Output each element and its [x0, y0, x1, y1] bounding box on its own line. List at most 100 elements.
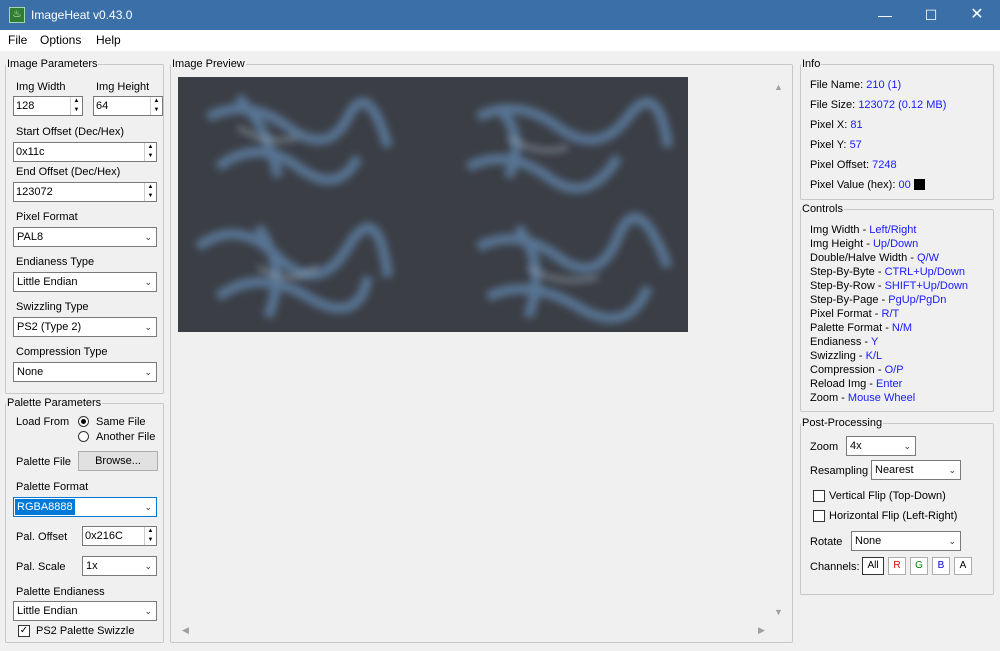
control-keys: R/T	[881, 308, 900, 320]
palette-parameters-legend: Palette Parameters	[7, 397, 102, 409]
menu-options[interactable]: Options	[40, 33, 81, 47]
chevron-down-icon: ⌄	[144, 606, 152, 616]
image-preview-canvas[interactable]	[178, 77, 688, 332]
ps2-palette-swizzle-checkbox[interactable]: ✓	[18, 625, 30, 637]
control-row: Img Width - Left/Right	[810, 224, 916, 236]
browse-button[interactable]: Browse...	[78, 451, 158, 471]
menu-file[interactable]: File	[8, 33, 27, 47]
scroll-down-icon[interactable]: ▼	[774, 607, 783, 617]
end-offset-input[interactable]: 123072 ▲ ▼	[13, 182, 157, 202]
end-offset-value: 123072	[16, 186, 53, 198]
control-keys: SHIFT+Up/Down	[884, 280, 969, 292]
pal-scale-select[interactable]: 1x ⌄	[82, 556, 157, 576]
window-title: ImageHeat v0.43.0	[31, 8, 133, 22]
resampling-select[interactable]: Nearest ⌄	[871, 460, 961, 480]
control-label: Zoom -	[810, 392, 848, 404]
compression-type-select[interactable]: None ⌄	[13, 362, 157, 382]
control-label: Swizzling -	[810, 350, 866, 362]
scroll-left-icon[interactable]: ◀	[182, 625, 189, 636]
horizontal-flip-label: Horizontal Flip (Left-Right)	[829, 510, 958, 522]
horizontal-flip-checkbox[interactable]	[813, 510, 825, 522]
chevron-down-icon: ⌄	[144, 232, 152, 242]
palette-endianess-select[interactable]: Little Endian ⌄	[13, 601, 157, 621]
pal-scale-value: 1x	[86, 560, 98, 572]
pixel-y-value: 57	[849, 139, 862, 151]
resampling-label: Resampling	[810, 465, 869, 477]
minimize-button[interactable]: —	[862, 0, 908, 30]
img-height-spinner[interactable]: ▲ ▼	[150, 97, 162, 115]
endianess-type-select[interactable]: Little Endian ⌄	[13, 272, 157, 292]
zoom-select[interactable]: 4x ⌄	[846, 436, 916, 456]
channel-a-button[interactable]: A	[954, 557, 972, 575]
control-keys: Q/W	[917, 252, 939, 264]
same-file-radio[interactable]	[78, 416, 89, 427]
pixel-offset-row: Pixel Offset: 7248	[810, 159, 897, 171]
controls-legend: Controls	[802, 203, 843, 215]
control-label: Compression -	[810, 364, 885, 376]
chevron-down-icon: ⌄	[144, 322, 152, 332]
img-width-input[interactable]: 128 ▲ ▼	[13, 96, 83, 116]
swizzling-type-select[interactable]: PS2 (Type 2) ⌄	[13, 317, 157, 337]
control-row: Pixel Format - R/T	[810, 308, 899, 320]
control-row: Step-By-Page - PgUp/PgDn	[810, 294, 946, 306]
img-height-input[interactable]: 64 ▲ ▼	[93, 96, 163, 116]
ps2-palette-swizzle-label: PS2 Palette Swizzle	[36, 625, 135, 637]
pixel-value-label: Pixel Value (hex):	[810, 179, 896, 191]
rotate-label: Rotate	[810, 536, 843, 548]
rotate-select[interactable]: None ⌄	[851, 531, 961, 551]
rotate-value: None	[855, 535, 882, 547]
compression-type-value: None	[17, 366, 44, 378]
control-row: Double/Halve Width - Q/W	[810, 252, 939, 264]
compression-type-label: Compression Type	[16, 346, 108, 358]
control-keys: Left/Right	[869, 224, 917, 236]
control-keys: Enter	[876, 378, 903, 390]
chevron-down-icon: ⌄	[144, 277, 152, 287]
scroll-right-icon[interactable]: ▶	[758, 625, 765, 636]
pixel-format-value: PAL8	[17, 231, 44, 243]
close-button[interactable]: ✕	[954, 0, 1000, 30]
maximize-button[interactable]: ☐	[908, 0, 954, 30]
control-label: Step-By-Row -	[810, 280, 885, 292]
endianess-type-label: Endianess Type	[16, 256, 95, 268]
pal-offset-input[interactable]: 0x216C ▲ ▼	[82, 526, 157, 546]
another-file-radio[interactable]	[78, 431, 89, 442]
control-label: Palette Format -	[810, 322, 892, 334]
info-legend: Info	[802, 58, 821, 70]
resampling-value: Nearest	[875, 464, 914, 476]
control-row: Compression - O/P	[810, 364, 904, 376]
end-offset-label: End Offset (Dec/Hex)	[16, 166, 121, 178]
scroll-up-icon[interactable]: ▲	[774, 82, 783, 92]
pal-scale-label: Pal. Scale	[16, 561, 66, 573]
end-offset-spinner[interactable]: ▲ ▼	[144, 183, 156, 201]
palette-format-select[interactable]: RGBA8888 ⌄	[13, 497, 157, 517]
img-width-spinner[interactable]: ▲ ▼	[70, 97, 82, 115]
control-row: Endianess - Y	[810, 336, 878, 348]
start-offset-spinner[interactable]: ▲ ▼	[144, 143, 156, 161]
chevron-down-icon: ⌄	[948, 536, 956, 546]
pal-offset-spinner[interactable]: ▲ ▼	[144, 527, 156, 545]
pixel-value-value: 00	[898, 179, 911, 191]
vertical-flip-checkbox[interactable]	[813, 490, 825, 502]
pal-offset-value: 0x216C	[85, 530, 123, 542]
channel-b-button[interactable]: B	[932, 557, 950, 575]
control-keys: PgUp/PgDn	[888, 294, 947, 306]
channels-label: Channels:	[810, 561, 860, 573]
another-file-label: Another File	[96, 431, 156, 443]
control-label: Double/Halve Width -	[810, 252, 917, 264]
start-offset-value: 0x11c	[16, 146, 45, 158]
pixel-offset-label: Pixel Offset:	[810, 159, 870, 171]
file-size-value: 123072 (0.12 MB)	[858, 99, 947, 111]
control-row: Step-By-Row - SHIFT+Up/Down	[810, 280, 968, 292]
channel-r-button[interactable]: R	[888, 557, 906, 575]
file-size-label: File Size:	[810, 99, 856, 111]
channel-g-button[interactable]: G	[910, 557, 928, 575]
start-offset-label: Start Offset (Dec/Hex)	[16, 126, 124, 138]
endianess-type-value: Little Endian	[17, 276, 78, 288]
control-row: Swizzling - K/L	[810, 350, 882, 362]
chevron-down-icon: ⌄	[903, 441, 911, 451]
channel-all-button[interactable]: All	[862, 557, 884, 575]
menu-help[interactable]: Help	[96, 33, 121, 47]
pixel-format-select[interactable]: PAL8 ⌄	[13, 227, 157, 247]
load-from-label: Load From	[16, 416, 70, 428]
start-offset-input[interactable]: 0x11c ▲ ▼	[13, 142, 157, 162]
